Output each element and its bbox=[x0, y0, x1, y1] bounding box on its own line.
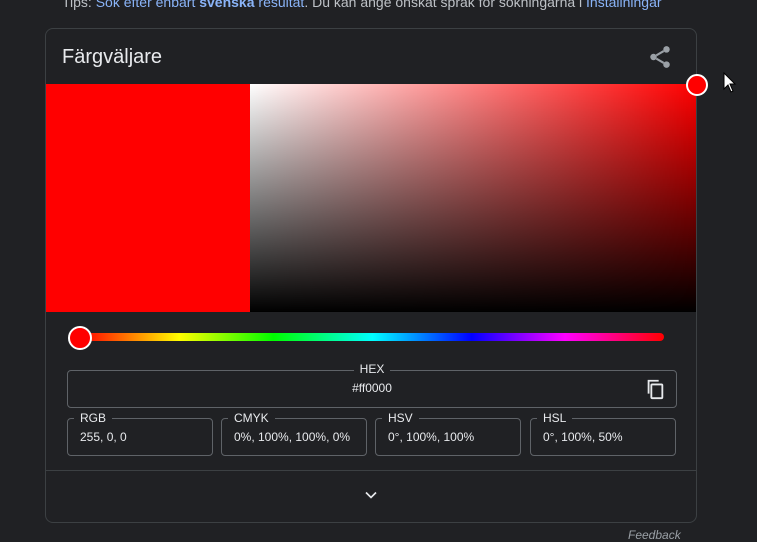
hsl-label: HSL bbox=[537, 411, 573, 425]
color-preview-swatch bbox=[46, 84, 250, 312]
card-title: Färgväljare bbox=[62, 46, 163, 68]
hsv-value[interactable]: 0°, 100%, 100% bbox=[388, 430, 474, 444]
saturation-value-handle[interactable] bbox=[686, 74, 708, 96]
cmyk-field[interactable]: CMYK 0%, 100%, 100%, 0% bbox=[221, 411, 367, 456]
tips-link-installningar[interactable]: Inställningar bbox=[586, 0, 662, 10]
card-divider bbox=[46, 470, 696, 471]
hex-input[interactable]: #ff0000 bbox=[68, 381, 676, 395]
feedback-link[interactable]: Feedback bbox=[628, 528, 681, 542]
chevron-down-icon[interactable] bbox=[361, 485, 381, 505]
hsv-field[interactable]: HSV 0°, 100%, 100% bbox=[375, 411, 521, 456]
tips-prefix: Tips: bbox=[62, 0, 96, 10]
saturation-value-area[interactable] bbox=[250, 84, 696, 312]
hex-field[interactable]: HEX #ff0000 bbox=[67, 362, 677, 408]
hsl-field[interactable]: HSL 0°, 100%, 50% bbox=[530, 411, 676, 456]
rgb-value[interactable]: 255, 0, 0 bbox=[80, 430, 127, 444]
hue-slider-handle[interactable] bbox=[68, 326, 92, 350]
cmyk-value[interactable]: 0%, 100%, 100%, 0% bbox=[234, 430, 350, 444]
color-picker-card: Färgväljare HEX #ff0000 RGB 255, 0, 0 CM… bbox=[45, 28, 737, 523]
tips-middle: . Du kan ange önskat språk för sökningar… bbox=[304, 0, 587, 10]
mouse-cursor-icon bbox=[723, 72, 737, 93]
hex-label: HEX bbox=[353, 362, 391, 376]
hsl-value[interactable]: 0°, 100%, 50% bbox=[543, 430, 623, 444]
cmyk-label: CMYK bbox=[228, 411, 275, 425]
hue-slider-track[interactable] bbox=[81, 333, 664, 341]
copy-icon[interactable] bbox=[644, 378, 666, 400]
share-icon[interactable] bbox=[647, 44, 673, 70]
hsv-label: HSV bbox=[382, 411, 419, 425]
rgb-field[interactable]: RGB 255, 0, 0 bbox=[67, 411, 213, 456]
tips-bar: Tips: Sök efter enbart svenska resultat.… bbox=[62, 0, 662, 10]
rgb-label: RGB bbox=[74, 411, 113, 425]
tips-link-svenska[interactable]: Sök efter enbart svenska resultat bbox=[96, 0, 305, 10]
